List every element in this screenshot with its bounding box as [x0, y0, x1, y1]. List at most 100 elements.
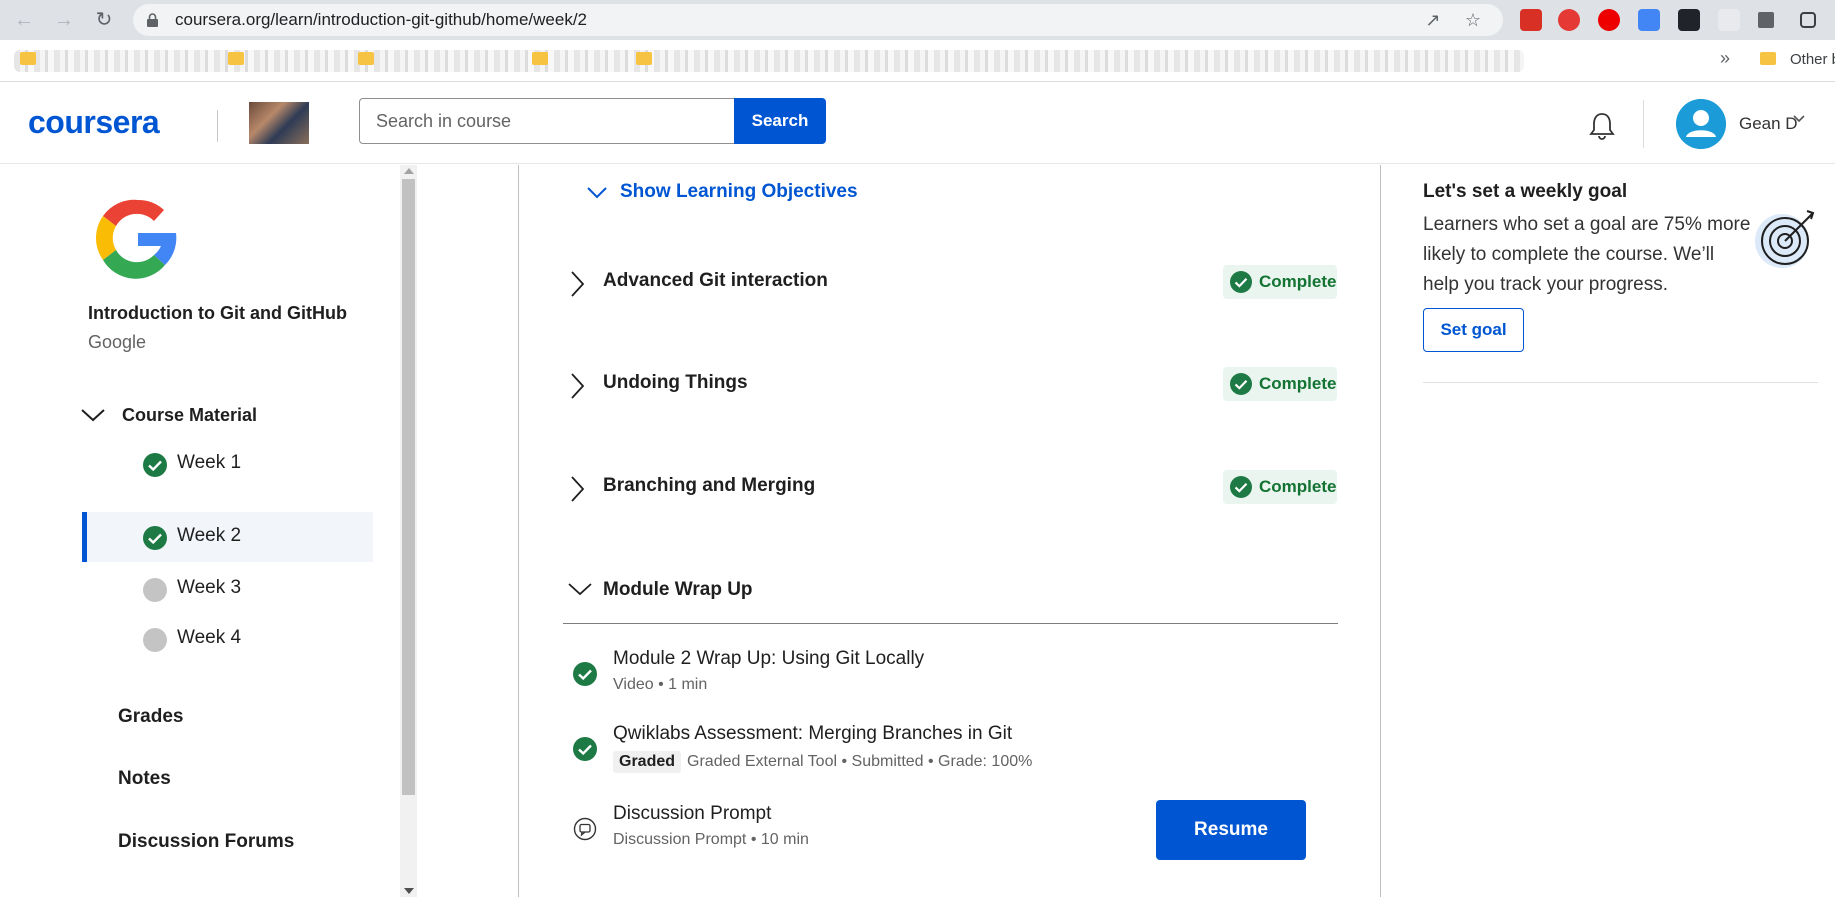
- sidebar-item-week-3[interactable]: Week 3: [82, 564, 373, 614]
- incomplete-circle-icon: [143, 628, 167, 652]
- check-circle-icon: [1230, 271, 1252, 293]
- lesson-title: Advanced Git interaction: [603, 270, 828, 291]
- check-circle-icon: [1230, 476, 1252, 498]
- goal-divider: [1423, 382, 1818, 383]
- lesson-branching-and-merging[interactable]: Branching and Merging Complete: [563, 468, 1338, 508]
- coursera-logo[interactable]: coursera: [28, 104, 160, 141]
- bookmark-folder-icon[interactable]: [358, 52, 374, 65]
- sidebar-item-week-2[interactable]: Week 2: [82, 512, 373, 562]
- sidebar-item-grades[interactable]: Grades: [118, 706, 183, 728]
- bookmark-folder-icon[interactable]: [532, 52, 548, 65]
- status-badge: Complete: [1223, 470, 1337, 504]
- resume-button[interactable]: Resume: [1156, 800, 1306, 860]
- check-circle-icon: [143, 526, 167, 550]
- course-sidebar: Introduction to Git and GitHub Google Co…: [0, 165, 400, 897]
- chevron-down-icon: [587, 187, 607, 199]
- course-material-label: Course Material: [122, 405, 258, 425]
- star-icon[interactable]: ☆: [1463, 10, 1483, 30]
- objectives-label: Show Learning Objectives: [620, 181, 858, 202]
- list-item-module-2-wrap-up-video[interactable]: Module 2 Wrap Up: Using Git Locally Vide…: [570, 648, 1330, 708]
- url-text: coursera.org/learn/introduction-git-gith…: [175, 10, 588, 29]
- notifications-bell-icon[interactable]: [1586, 110, 1618, 142]
- header-divider: [1643, 100, 1644, 148]
- share-icon[interactable]: ↗: [1423, 10, 1443, 30]
- scroll-down-arrow-icon[interactable]: [404, 888, 414, 894]
- check-circle-icon: [573, 737, 597, 761]
- item-title[interactable]: Module 2 Wrap Up: Using Git Locally: [613, 648, 924, 670]
- lesson-title: Undoing Things: [603, 372, 748, 393]
- week-label: Week 3: [177, 577, 242, 598]
- main-right-border: [1380, 165, 1381, 897]
- status-label: Complete: [1259, 272, 1337, 291]
- side-panel-icon[interactable]: [1800, 12, 1816, 28]
- extension-icon-3[interactable]: [1598, 9, 1620, 31]
- incomplete-circle-icon: [143, 578, 167, 602]
- browser-toolbar: ← → ↻ coursera.org/learn/introduction-gi…: [0, 0, 1835, 40]
- app-header: coursera Search in course Search Gean D: [0, 82, 1835, 164]
- chevron-down-icon[interactable]: [1792, 112, 1806, 126]
- chevron-right-icon: [571, 476, 585, 502]
- avatar[interactable]: [1676, 99, 1726, 149]
- status-label: Complete: [1259, 374, 1337, 393]
- main-left-border: [518, 165, 519, 897]
- scroll-up-arrow-icon[interactable]: [404, 168, 414, 174]
- bookmark-folder-icon[interactable]: [20, 52, 36, 65]
- sidebar-item-week-1[interactable]: Week 1: [82, 439, 373, 489]
- back-icon[interactable]: ←: [12, 8, 36, 32]
- lesson-undoing-things[interactable]: Undoing Things Complete: [563, 365, 1338, 405]
- item-meta: Video • 1 min: [613, 676, 708, 693]
- target-icon: [1755, 210, 1815, 268]
- translate-icon[interactable]: [1638, 9, 1660, 31]
- extension-icon-1[interactable]: [1520, 9, 1542, 31]
- weekly-goal-title: Let's set a weekly goal: [1423, 181, 1628, 202]
- chevron-right-icon: [571, 373, 585, 399]
- logo-divider: [217, 110, 218, 142]
- week-label: Week 2: [177, 525, 242, 546]
- status-label: Complete: [1259, 477, 1337, 496]
- search-button[interactable]: Search: [734, 98, 826, 144]
- item-meta: Graded External Tool • Submitted • Grade…: [687, 753, 1033, 770]
- bookmark-folder-icon[interactable]: [228, 52, 244, 65]
- check-circle-icon: [1230, 373, 1252, 395]
- lesson-advanced-git-interaction[interactable]: Advanced Git interaction Complete: [563, 263, 1338, 303]
- sidebar-item-notes[interactable]: Notes: [118, 768, 171, 790]
- search-input[interactable]: Search in course: [359, 98, 735, 144]
- set-goal-button[interactable]: Set goal: [1423, 308, 1524, 352]
- address-bar[interactable]: coursera.org/learn/introduction-git-gith…: [133, 4, 1503, 36]
- sidebar-item-week-4[interactable]: Week 4: [82, 614, 373, 664]
- other-bookmarks-label[interactable]: Other b: [1790, 51, 1835, 68]
- google-logo-icon: [95, 199, 177, 279]
- other-bookmarks-folder-icon[interactable]: [1760, 52, 1776, 65]
- check-circle-icon: [573, 662, 597, 686]
- status-badge: Complete: [1223, 367, 1337, 401]
- week-label: Week 4: [177, 627, 242, 648]
- extensions-puzzle-icon[interactable]: [1758, 12, 1774, 28]
- adblock-icon[interactable]: [1558, 9, 1580, 31]
- extension-icon-6[interactable]: [1718, 9, 1740, 31]
- item-title[interactable]: Discussion Prompt: [613, 803, 771, 825]
- forward-icon[interactable]: →: [52, 8, 76, 32]
- graded-badge: Graded: [613, 751, 682, 773]
- lesson-module-wrap-up[interactable]: Module Wrap Up: [563, 572, 1338, 624]
- course-thumbnail[interactable]: [249, 102, 309, 144]
- weekly-goal-description: Learners who set a goal are 75% more lik…: [1423, 214, 1751, 295]
- bookmarks-overflow-icon[interactable]: »: [1720, 48, 1730, 69]
- lock-icon: [147, 13, 158, 27]
- discussion-bubble-icon: [573, 817, 597, 841]
- bookmark-folder-icon[interactable]: [636, 52, 652, 65]
- chevron-down-icon: [81, 409, 105, 422]
- sidebar-item-discussion-forums[interactable]: Discussion Forums: [118, 831, 294, 853]
- item-meta: Discussion Prompt • 10 min: [613, 831, 809, 848]
- item-title[interactable]: Qwiklabs Assessment: Merging Branches in…: [613, 723, 1012, 745]
- check-circle-icon: [143, 453, 167, 477]
- scrollbar-thumb[interactable]: [402, 179, 415, 795]
- status-badge: Complete: [1223, 265, 1337, 299]
- react-devtools-icon[interactable]: [1678, 9, 1700, 31]
- user-name[interactable]: Gean D: [1739, 114, 1798, 134]
- reload-icon[interactable]: ↻: [92, 8, 116, 32]
- sidebar-scrollbar[interactable]: [400, 165, 417, 897]
- course-organization: Google: [88, 332, 147, 352]
- lesson-title: Module Wrap Up: [603, 579, 753, 600]
- list-item-qwiklabs-assessment[interactable]: Qwiklabs Assessment: Merging Branches in…: [570, 723, 1330, 783]
- course-title[interactable]: Introduction to Git and GitHub: [88, 303, 347, 324]
